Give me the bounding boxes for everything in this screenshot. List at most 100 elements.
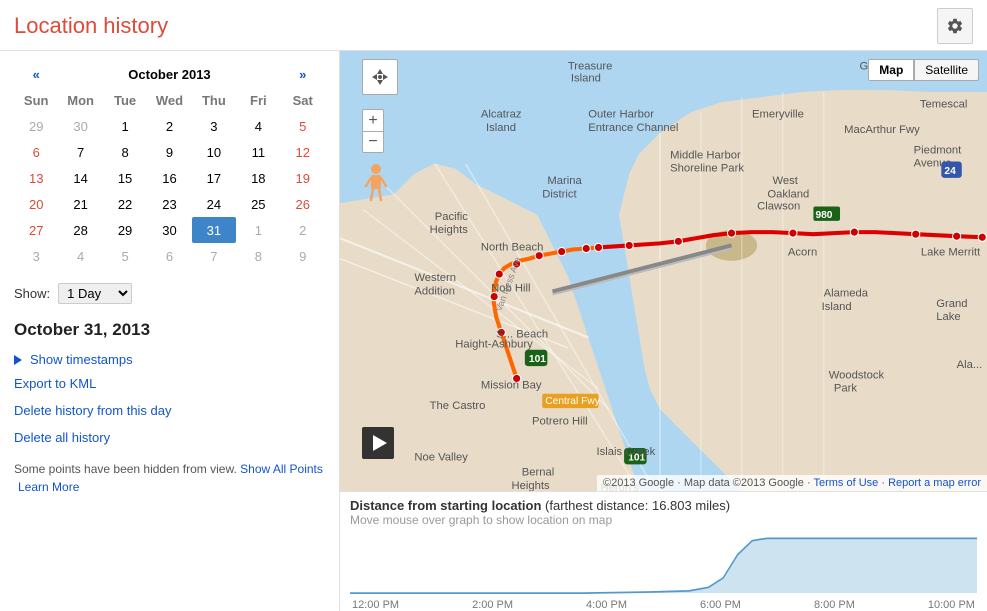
show-label: Show:: [14, 286, 50, 301]
svg-text:Heights: Heights: [430, 224, 469, 236]
streetview-person[interactable]: [362, 163, 390, 203]
calendar-day[interactable]: 7: [58, 139, 102, 165]
calendar-day[interactable]: 10: [192, 139, 236, 165]
calendar-dow: Thu: [192, 87, 236, 113]
calendar-day[interactable]: 2: [147, 113, 191, 139]
svg-text:Noe Valley: Noe Valley: [414, 451, 468, 463]
calendar-day[interactable]: 4: [58, 243, 102, 269]
delete-all-link[interactable]: Delete all history: [14, 427, 325, 448]
map-copyright: ©2013 Google · Map data ©2013 Google · T…: [597, 475, 987, 491]
zoom-controls: + −: [362, 109, 384, 153]
calendar-day[interactable]: 30: [147, 217, 191, 243]
graph-panel: Distance from starting location (farthes…: [340, 491, 987, 611]
calendar-day[interactable]: 29: [103, 217, 147, 243]
svg-text:Piedmont: Piedmont: [914, 144, 962, 156]
calendar-day[interactable]: 23: [147, 191, 191, 217]
svg-text:Temescal: Temescal: [920, 98, 968, 110]
calendar-day[interactable]: 20: [14, 191, 58, 217]
map-type-map[interactable]: Map: [868, 59, 914, 81]
calendar-day[interactable]: 21: [58, 191, 102, 217]
graph-subtitle: Move mouse over graph to show location o…: [350, 513, 977, 527]
calendar-day[interactable]: 3: [192, 113, 236, 139]
sidebar: « October 2013 » SunMonTueWedThuFriSat 2…: [0, 51, 340, 611]
svg-text:Pacific: Pacific: [435, 211, 469, 223]
show-all-points-link[interactable]: Show All Points: [240, 462, 323, 476]
calendar-dow: Sun: [14, 87, 58, 113]
show-row: Show: 1 Day 3 Days 1 Week: [14, 283, 325, 304]
svg-text:Bernal: Bernal: [522, 467, 555, 479]
calendar-prev[interactable]: «: [14, 61, 58, 87]
svg-text:980: 980: [815, 210, 832, 221]
calendar-day[interactable]: 4: [236, 113, 280, 139]
hidden-notice: Some points have been hidden from view. …: [14, 460, 325, 496]
calendar-day[interactable]: 5: [103, 243, 147, 269]
svg-text:Outer Harbor: Outer Harbor: [588, 109, 654, 121]
export-kml-link[interactable]: Export to KML: [14, 373, 325, 394]
calendar-day[interactable]: 6: [14, 139, 58, 165]
svg-text:S... Beach: S... Beach: [496, 329, 548, 341]
zoom-in-button[interactable]: +: [362, 109, 384, 131]
calendar-day[interactable]: 24: [192, 191, 236, 217]
calendar-day[interactable]: 15: [103, 165, 147, 191]
map-container[interactable]: Pacific Heights Western Addition Haight-…: [340, 51, 987, 491]
calendar-day[interactable]: 13: [14, 165, 58, 191]
svg-text:North Beach: North Beach: [481, 242, 544, 254]
zoom-out-button[interactable]: −: [362, 131, 384, 153]
calendar-day[interactable]: 2: [281, 217, 325, 243]
calendar-day[interactable]: 25: [236, 191, 280, 217]
hidden-text: Some points have been hidden from view.: [14, 462, 237, 476]
svg-text:Island: Island: [571, 73, 601, 85]
calendar-day[interactable]: 29: [14, 113, 58, 139]
svg-text:Western: Western: [414, 272, 456, 284]
calendar-day[interactable]: 11: [236, 139, 280, 165]
calendar-day[interactable]: 14: [58, 165, 102, 191]
delete-day-link[interactable]: Delete history from this day: [14, 400, 325, 421]
svg-text:Haight-Ashbury: Haight-Ashbury: [455, 339, 533, 351]
play-button[interactable]: [362, 427, 394, 459]
calendar-day[interactable]: 17: [192, 165, 236, 191]
timestamps-label: Show timestamps: [30, 352, 133, 367]
report-link[interactable]: Report a map error: [888, 477, 981, 489]
calendar-day[interactable]: 22: [103, 191, 147, 217]
calendar: « October 2013 » SunMonTueWedThuFriSat 2…: [14, 61, 325, 269]
svg-text:Central Fwy: Central Fwy: [545, 396, 600, 407]
map-nav-control[interactable]: [362, 59, 398, 95]
day-select[interactable]: 1 Day 3 Days 1 Week: [58, 283, 132, 304]
timestamps-toggle[interactable]: Show timestamps: [14, 352, 325, 367]
terms-link[interactable]: Terms of Use: [813, 477, 878, 489]
calendar-day[interactable]: 27: [14, 217, 58, 243]
selected-date: October 31, 2013: [14, 320, 325, 340]
calendar-day[interactable]: 31: [192, 217, 236, 243]
calendar-day[interactable]: 1: [236, 217, 280, 243]
svg-text:Alcatraz: Alcatraz: [481, 109, 522, 121]
calendar-day[interactable]: 6: [147, 243, 191, 269]
calendar-day[interactable]: 19: [281, 165, 325, 191]
map-type-buttons: Map Satellite: [868, 59, 979, 81]
svg-text:Island: Island: [486, 122, 516, 134]
calendar-day[interactable]: 26: [281, 191, 325, 217]
calendar-day[interactable]: 12: [281, 139, 325, 165]
calendar-day[interactable]: 8: [236, 243, 280, 269]
calendar-day[interactable]: 1: [103, 113, 147, 139]
calendar-day[interactable]: 16: [147, 165, 191, 191]
x-label-3: 6:00 PM: [700, 599, 741, 611]
calendar-day[interactable]: 8: [103, 139, 147, 165]
calendar-day[interactable]: 9: [281, 243, 325, 269]
calendar-day[interactable]: 9: [147, 139, 191, 165]
graph-area: [350, 529, 977, 599]
calendar-day[interactable]: 5: [281, 113, 325, 139]
calendar-day[interactable]: 30: [58, 113, 102, 139]
settings-button[interactable]: [937, 8, 973, 44]
calendar-day[interactable]: 7: [192, 243, 236, 269]
calendar-next[interactable]: »: [281, 61, 325, 87]
x-label-4: 8:00 PM: [814, 599, 855, 611]
svg-text:Clawson: Clawson: [757, 201, 800, 213]
svg-text:Island: Island: [822, 301, 852, 313]
learn-more-link[interactable]: Learn More: [18, 480, 79, 494]
map-type-satellite[interactable]: Satellite: [914, 59, 979, 81]
calendar-day[interactable]: 3: [14, 243, 58, 269]
svg-text:District: District: [542, 188, 577, 200]
calendar-day[interactable]: 18: [236, 165, 280, 191]
calendar-day[interactable]: 28: [58, 217, 102, 243]
svg-text:Treasure: Treasure: [568, 60, 613, 72]
